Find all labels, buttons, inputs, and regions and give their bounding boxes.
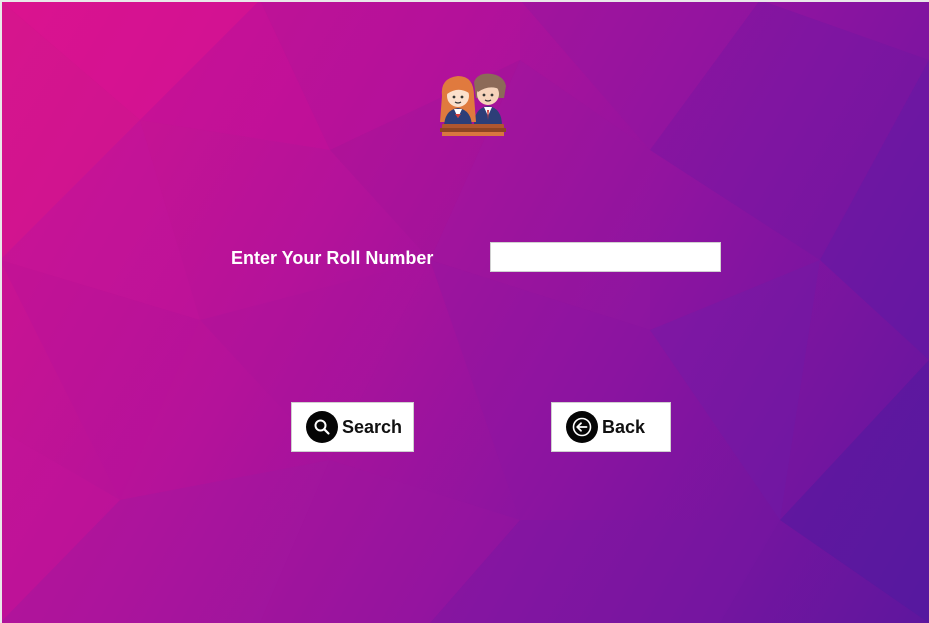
search-button[interactable]: Search [291, 402, 414, 452]
window-frame-left [0, 0, 2, 623]
back-button[interactable]: Back [551, 402, 671, 452]
search-button-label: Search [342, 416, 403, 437]
app-window: Enter Your Roll Number Search Back [0, 0, 929, 623]
search-icon [306, 411, 338, 443]
students-icon [440, 73, 506, 136]
roll-number-label: Enter Your Roll Number [231, 248, 434, 268]
window-frame-top [0, 0, 929, 2]
arrow-left-icon [566, 411, 598, 443]
roll-number-input[interactable] [490, 242, 721, 272]
back-button-label: Back [602, 416, 646, 437]
